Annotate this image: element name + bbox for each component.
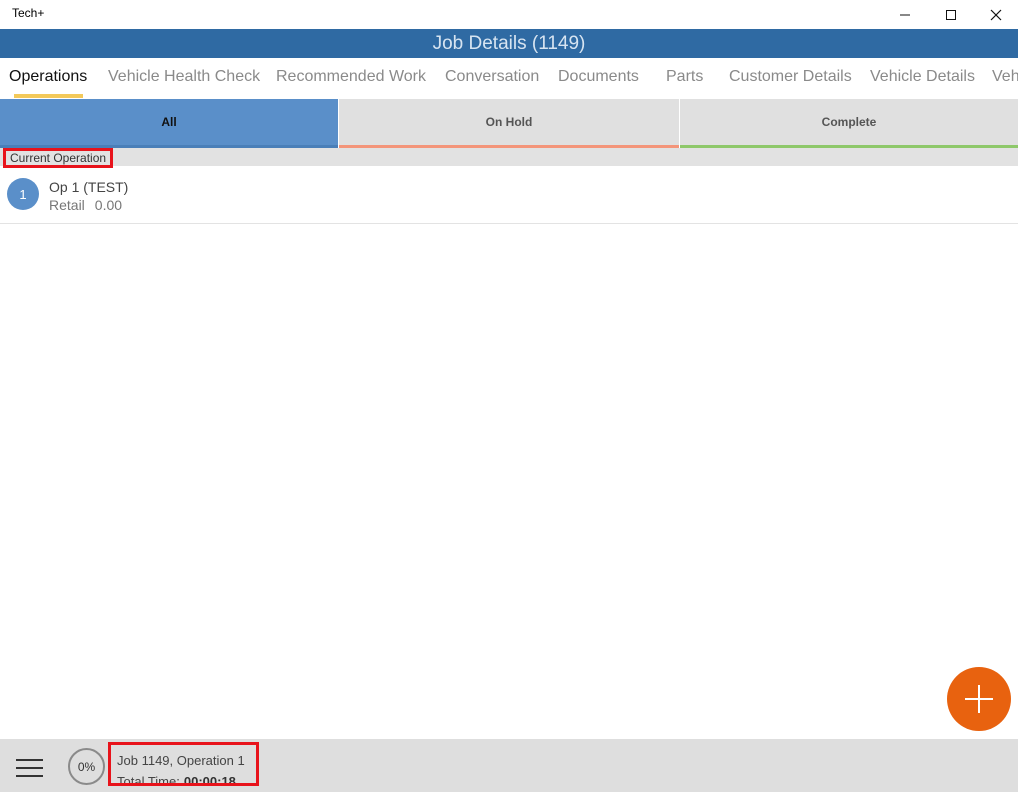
plus-icon bbox=[965, 685, 993, 713]
tab-vehicle-details[interactable]: Vehicle Details bbox=[870, 68, 975, 86]
filter-on-hold-label: On Hold bbox=[485, 115, 533, 129]
hamburger-menu-icon[interactable] bbox=[16, 759, 43, 781]
total-time-value: 00:00:18 bbox=[183, 774, 236, 786]
current-job-info[interactable]: Job 1149, Operation 1 Total Time: 00:00:1… bbox=[108, 742, 259, 786]
filter-complete-button[interactable]: Complete bbox=[680, 99, 1018, 148]
filter-all-label: All bbox=[161, 115, 177, 129]
add-operation-button[interactable] bbox=[947, 667, 1011, 731]
total-time-label: Total Time: bbox=[117, 774, 180, 786]
minimize-button[interactable] bbox=[882, 0, 928, 29]
close-icon bbox=[990, 9, 1002, 20]
maximize-icon bbox=[946, 9, 956, 20]
total-time: Total Time: 00:00:18 bbox=[117, 774, 236, 786]
filter-complete-label: Complete bbox=[821, 115, 877, 129]
tab-customer-details[interactable]: Customer Details bbox=[729, 68, 852, 86]
tab-operations[interactable]: Operations bbox=[9, 68, 87, 86]
operation-list-item[interactable]: 1 Op 1 (TEST) Retail 0.00 bbox=[0, 166, 1018, 224]
current-operation-label: Current Operation bbox=[3, 148, 114, 168]
filter-all-button[interactable]: All bbox=[0, 99, 338, 148]
tab-documents[interactable]: Documents bbox=[558, 68, 639, 86]
tab-vehicle-health-check[interactable]: Vehicle Health Check bbox=[108, 68, 260, 86]
close-button[interactable] bbox=[973, 0, 1018, 29]
progress-indicator: 0% bbox=[68, 748, 105, 785]
operation-title: Op 1 (TEST) bbox=[49, 179, 129, 195]
operation-subtitle: Retail 0.00 bbox=[49, 197, 122, 213]
tab-recommended-work[interactable]: Recommended Work bbox=[276, 68, 426, 86]
tab-vehicle-truncated[interactable]: Veh bbox=[992, 68, 1018, 86]
minimize-icon bbox=[900, 14, 910, 15]
filter-on-hold-button[interactable]: On Hold bbox=[339, 99, 679, 148]
title-bar: Tech+ bbox=[0, 0, 1018, 29]
tab-conversation[interactable]: Conversation bbox=[445, 68, 539, 86]
app-title: Tech+ bbox=[12, 6, 45, 20]
operation-price: 0.00 bbox=[94, 197, 123, 213]
operation-number-badge: 1 bbox=[7, 178, 39, 210]
bottom-status-bar: 0% Job 1149, Operation 1 Total Time: 00:0… bbox=[0, 739, 1018, 792]
page-header: Job Details (1149) bbox=[0, 29, 1018, 58]
active-tab-indicator bbox=[14, 94, 83, 98]
operation-type: Retail bbox=[49, 197, 85, 213]
maximize-button[interactable] bbox=[928, 0, 974, 29]
tab-bar: Operations Vehicle Health Check Recommen… bbox=[0, 58, 1018, 98]
section-header: Current Operation bbox=[0, 148, 1018, 168]
job-operation-label: Job 1149, Operation 1 bbox=[117, 753, 245, 768]
tab-parts[interactable]: Parts bbox=[666, 68, 703, 86]
page-title: Job Details (1149) bbox=[432, 33, 586, 54]
